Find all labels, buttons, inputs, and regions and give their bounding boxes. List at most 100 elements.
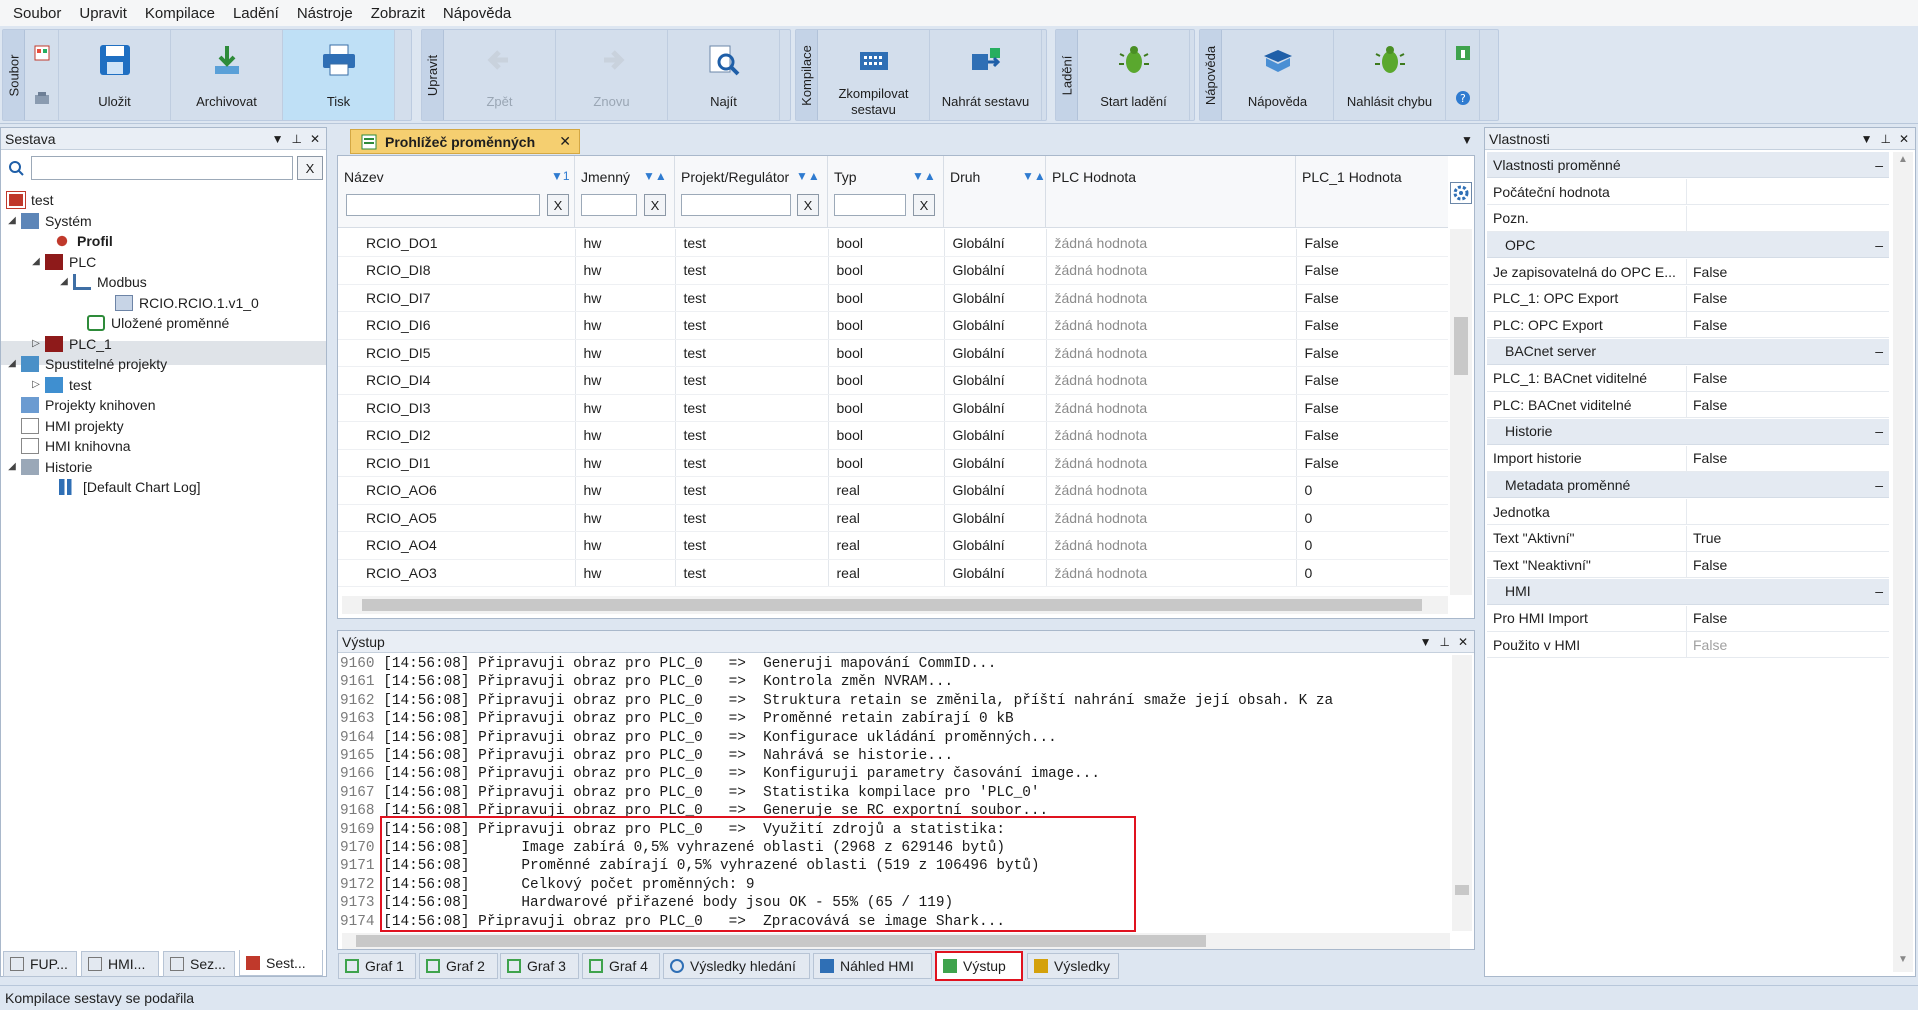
tab-menu-icon[interactable]: ▼ xyxy=(1461,133,1473,147)
tab-hmi-preview[interactable]: Náhled HMI xyxy=(813,953,932,979)
start-debug-button[interactable]: Start ladění xyxy=(1078,30,1190,120)
property-category[interactable]: BACnet server – xyxy=(1487,338,1889,365)
property-row[interactable]: PLC_1: OPC Export False xyxy=(1487,285,1889,312)
menu-kompilace[interactable]: Kompilace xyxy=(136,5,224,22)
collapse-icon[interactable]: – xyxy=(1875,157,1889,173)
filter-input-typ[interactable] xyxy=(834,194,906,216)
table-row[interactable]: RCIO_DI3 hw test bool Globální žádná hodnota F… xyxy=(338,394,1448,422)
property-value[interactable]: False xyxy=(1687,259,1889,284)
undo-button[interactable]: Zpět xyxy=(444,30,556,120)
property-value[interactable]: False xyxy=(1687,366,1889,391)
hscroll-thumb[interactable] xyxy=(362,599,1422,611)
tab-sez[interactable]: Sez... xyxy=(163,951,235,977)
menu-napoveda[interactable]: Nápověda xyxy=(434,5,520,22)
upload-button[interactable]: Nahrát sestavu xyxy=(930,30,1042,120)
property-category[interactable]: Vlastnosti proměnné – xyxy=(1487,152,1889,178)
property-value[interactable]: False xyxy=(1687,606,1889,631)
tab-graf-2[interactable]: Graf 2 xyxy=(419,953,498,979)
close-icon[interactable]: ✕ xyxy=(1899,132,1909,146)
filter-input-projekt[interactable] xyxy=(681,194,791,216)
pin-icon[interactable]: ⊥ xyxy=(291,132,301,146)
property-value[interactable]: False xyxy=(1687,446,1889,471)
collapse-icon[interactable]: – xyxy=(1875,237,1889,253)
property-category[interactable]: HMI – xyxy=(1487,578,1889,605)
table-row[interactable]: RCIO_AO5 hw test real Globální žádná hodnota 0 xyxy=(338,504,1448,532)
scroll-up-icon[interactable]: ▲ xyxy=(1898,154,1908,165)
menu-soubor[interactable]: Soubor xyxy=(4,5,70,22)
tab-results[interactable]: Výsledky xyxy=(1027,953,1119,979)
menu-zobrazit[interactable]: Zobrazit xyxy=(362,5,434,22)
property-row[interactable]: Import historie False xyxy=(1487,445,1889,472)
property-category[interactable]: OPC – xyxy=(1487,232,1889,258)
table-row[interactable]: RCIO_DI2 hw test bool Globální žádná hodnota F… xyxy=(338,421,1448,450)
collapse-icon[interactable]: – xyxy=(1875,583,1889,599)
sort-icon[interactable]: ▼1 xyxy=(551,169,570,183)
output-vscrollbar[interactable] xyxy=(1452,655,1472,931)
filter-clear-nazev[interactable]: X xyxy=(547,194,569,216)
dropdown-icon[interactable]: ▼ xyxy=(272,132,284,146)
property-row[interactable]: Je zapisovatelná do OPC E... False xyxy=(1487,259,1889,285)
col-header-plc1-hodnota[interactable]: PLC_1 Hodnota xyxy=(1296,156,1448,228)
grid-settings-button[interactable] xyxy=(1450,182,1472,204)
table-row[interactable]: RCIO_DI4 hw test bool Globální žádná hodnota F… xyxy=(338,366,1448,395)
col-header-typ[interactable]: Typ ▼▲ X xyxy=(828,156,944,228)
tab-hmi[interactable]: HMI... xyxy=(81,951,159,977)
property-row[interactable]: Text "Neaktivní" False xyxy=(1487,552,1889,578)
sort-icon[interactable]: ▼▲ xyxy=(643,169,667,183)
pin-icon[interactable]: ⊥ xyxy=(1439,635,1449,649)
filter-clear-projekt[interactable]: X xyxy=(797,194,819,216)
grid-vscrollbar[interactable] xyxy=(1450,229,1472,595)
collapse-icon[interactable]: ◢ xyxy=(5,215,19,226)
properties-vscrollbar[interactable]: ▲ ▼ xyxy=(1893,152,1913,972)
menu-nastroje[interactable]: Nástroje xyxy=(288,5,362,22)
close-icon[interactable]: ✕ xyxy=(310,132,320,146)
collapse-icon[interactable]: – xyxy=(1875,423,1889,439)
tab-graf-4[interactable]: Graf 4 xyxy=(582,953,660,979)
property-row[interactable]: PLC: OPC Export False xyxy=(1487,312,1889,338)
collapse-icon[interactable]: – xyxy=(1875,343,1889,359)
property-value[interactable]: False xyxy=(1687,312,1889,337)
property-value[interactable]: False xyxy=(1687,392,1889,417)
collapse-icon[interactable]: ◢ xyxy=(29,256,43,267)
tab-sestava[interactable]: Sest... xyxy=(239,950,323,976)
table-row[interactable]: RCIO_DI5 hw test bool Globální žádná hodnota F… xyxy=(338,339,1448,367)
property-row[interactable]: PLC: BACnet viditelné False xyxy=(1487,392,1889,418)
property-row[interactable]: Použito v HMI False xyxy=(1487,632,1889,658)
tab-search-results[interactable]: Výsledky hledání xyxy=(663,953,810,979)
search-input[interactable] xyxy=(31,156,293,180)
dropdown-icon[interactable]: ▼ xyxy=(1861,132,1873,146)
compile-button[interactable]: Zkompilovat sestavu xyxy=(818,30,930,120)
col-header-plc-hodnota[interactable]: PLC Hodnota xyxy=(1046,156,1296,228)
sort-icon[interactable]: ▼▲ xyxy=(796,169,820,183)
vscroll-thumb[interactable] xyxy=(1454,317,1468,375)
filter-input-nazev[interactable] xyxy=(346,194,540,216)
tab-fup[interactable]: FUP... xyxy=(3,951,77,977)
archive-button[interactable]: Archivovat xyxy=(171,30,283,120)
property-value[interactable] xyxy=(1687,179,1889,204)
property-row[interactable]: Text "Aktivní" True xyxy=(1487,525,1889,552)
collapse-icon[interactable]: ◢ xyxy=(5,461,19,472)
table-row[interactable]: RCIO_AO6 hw test real Globální žádná hodnota 0 xyxy=(338,476,1448,505)
sort-icon[interactable]: ▼▲ xyxy=(912,169,936,183)
table-row[interactable]: RCIO_AO4 hw test real Globální žádná hodnota 0 xyxy=(338,531,1448,560)
property-value[interactable]: True xyxy=(1687,526,1889,551)
info-icon[interactable] xyxy=(1454,44,1472,62)
vscroll-thumb[interactable] xyxy=(1455,885,1469,895)
table-row[interactable]: RCIO_DI6 hw test bool Globální žádná hodnota F… xyxy=(338,311,1448,340)
table-row[interactable]: RCIO_DI8 hw test bool Globální žádná hodnota F… xyxy=(338,256,1448,285)
find-button[interactable]: Najít xyxy=(668,30,780,120)
tree-item-chart-log[interactable]: [Default Chart Log] xyxy=(57,474,201,499)
new-icon[interactable] xyxy=(33,44,51,62)
property-row[interactable]: Jednotka xyxy=(1487,499,1889,525)
pin-icon[interactable]: ⊥ xyxy=(1880,132,1890,146)
menu-ladeni[interactable]: Ladění xyxy=(224,5,288,22)
sort-icon[interactable]: ▼▲ xyxy=(1022,169,1046,183)
redo-button[interactable]: Znovu xyxy=(556,30,668,120)
print-button[interactable]: Tisk xyxy=(283,30,395,120)
expand-icon[interactable]: ▷ xyxy=(29,338,43,349)
property-value[interactable]: False xyxy=(1687,632,1889,657)
col-header-nazev[interactable]: Název ▼1 X xyxy=(338,156,575,228)
menu-upravit[interactable]: Upravit xyxy=(70,5,136,22)
dropdown-icon[interactable]: ▼ xyxy=(1420,635,1432,649)
tab-variable-browser[interactable]: Prohlížeč proměnných ✕ xyxy=(350,129,580,154)
